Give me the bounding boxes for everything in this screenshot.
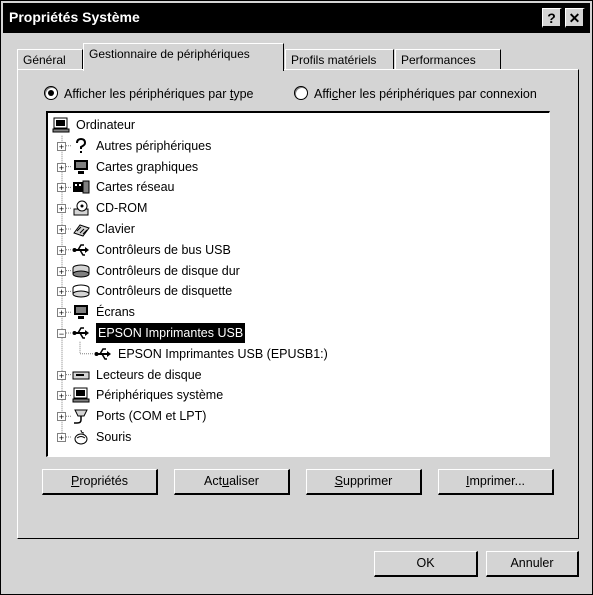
tree-item-label: Contrôleurs de bus USB: [96, 242, 231, 257]
tree-item-label: Contrôleurs de disque dur: [96, 263, 240, 278]
help-button[interactable]: ?: [542, 8, 562, 28]
tree-item-label: Écrans: [96, 305, 135, 320]
radio-label-pre: Affi: [314, 87, 332, 101]
monitor-icon: [74, 305, 88, 320]
print-button[interactable]: Imprimer...: [438, 469, 554, 495]
tab-label: Gestionnaire de périphériques: [89, 47, 250, 61]
keyboard-icon: [73, 224, 90, 237]
cancel-button[interactable]: Annuler: [486, 551, 579, 577]
expand-icon[interactable]: +: [57, 412, 66, 422]
refresh-button[interactable]: Actualiser: [174, 469, 290, 495]
tab-label: Général: [23, 53, 66, 67]
expand-icon[interactable]: +: [57, 308, 66, 318]
radio-label-pre: Afficher les périphériques par: [64, 87, 230, 101]
expand-icon[interactable]: +: [57, 266, 66, 276]
tab-label: Profils matériels: [291, 53, 377, 67]
system-properties-window: Propriétés Système ? ✕ Général Gestionna…: [0, 0, 593, 595]
tab-label: Performances: [401, 53, 476, 67]
tree-item-label: Autres périphériques: [96, 138, 212, 153]
tree-item-label: Cartes graphiques: [96, 159, 199, 174]
tree-item-label: Lecteurs de disque: [96, 367, 202, 382]
tab-hardware-profiles[interactable]: Profils matériels: [285, 49, 394, 70]
properties-button[interactable]: Propriétés: [42, 469, 158, 495]
tree-item-label: EPSON Imprimantes USB (EPUSB1:): [118, 346, 328, 361]
ok-button[interactable]: OK: [374, 551, 478, 577]
mouse-icon: [74, 429, 88, 445]
remove-button[interactable]: Supprimer: [306, 469, 422, 495]
computer-icon: [72, 387, 90, 403]
disk-controller-icon: [72, 264, 90, 278]
expand-icon[interactable]: +: [57, 204, 66, 214]
computer-icon: [52, 117, 70, 133]
device-tree[interactable]: Ordinateur + Autres périphériques + Cartes g…: [46, 111, 550, 457]
view-by-connection-option[interactable]: Afficher les périphériques par connexion: [294, 86, 537, 101]
usb-icon: [94, 348, 111, 360]
button-label-rest: mprimer...: [469, 474, 526, 488]
radio-label-post: ype: [233, 87, 254, 101]
expand-icon[interactable]: +: [57, 433, 66, 443]
expand-icon[interactable]: +: [57, 370, 66, 380]
radio-by-type[interactable]: [44, 86, 58, 100]
network-card-icon: [73, 180, 90, 194]
expand-icon[interactable]: +: [57, 183, 66, 193]
button-label-post: aliser: [229, 474, 259, 488]
tab-general[interactable]: Général: [17, 49, 83, 70]
button-label-pre: Act: [204, 474, 223, 488]
cdrom-icon: [73, 200, 89, 216]
usb-icon: [72, 244, 89, 256]
expand-icon[interactable]: +: [57, 287, 66, 297]
view-by-type-option[interactable]: Afficher les périphériques par type: [44, 86, 253, 101]
button-label-key: S: [334, 474, 343, 488]
window-title: Propriétés Système: [9, 9, 140, 25]
button-label: OK: [416, 556, 435, 570]
close-icon: ✕: [568, 10, 581, 26]
tree-item-label: Ports (COM et LPT): [96, 409, 207, 424]
button-label: Annuler: [510, 556, 554, 570]
tree-item-label: Souris: [96, 430, 132, 444]
tree-item-label: Contrôleurs de disquette: [96, 284, 233, 299]
button-label-rest: upprimer: [343, 474, 393, 488]
expand-icon[interactable]: +: [57, 141, 66, 151]
button-label-rest: ropriétés: [79, 474, 128, 488]
close-button[interactable]: ✕: [565, 8, 585, 28]
expand-icon[interactable]: +: [57, 391, 66, 401]
help-icon: ?: [547, 10, 556, 26]
tree-item-label: Ordinateur: [76, 118, 136, 132]
monitor-icon: [74, 159, 88, 174]
radio-label-post: her les périphériques par connexion: [338, 87, 537, 101]
port-icon: [74, 409, 88, 424]
tree-item-label: Clavier: [96, 222, 135, 236]
tree-item-label: CD-ROM: [96, 201, 148, 216]
expand-icon[interactable]: +: [57, 245, 66, 255]
disk-drive-icon: [72, 371, 90, 380]
collapse-icon[interactable]: −: [57, 329, 66, 339]
expand-icon[interactable]: +: [57, 162, 66, 172]
question-icon: [76, 137, 87, 153]
usb-icon: [72, 327, 89, 339]
tree-item-label: Périphériques système: [96, 388, 224, 403]
tab-device-manager[interactable]: Gestionnaire de périphériques: [83, 43, 284, 71]
expand-icon[interactable]: +: [57, 225, 66, 235]
device-manager-panel: Afficher les périphériques par type Affi…: [17, 69, 579, 539]
tab-performance[interactable]: Performances: [395, 49, 501, 70]
tree-item-label: EPSON Imprimantes USB: [96, 323, 246, 343]
radio-by-connection[interactable]: [294, 86, 308, 100]
floppy-controller-icon: [72, 284, 90, 298]
tree-item-label: Cartes réseau: [96, 180, 175, 195]
title-bar[interactable]: Propriétés Système ? ✕: [3, 3, 590, 33]
